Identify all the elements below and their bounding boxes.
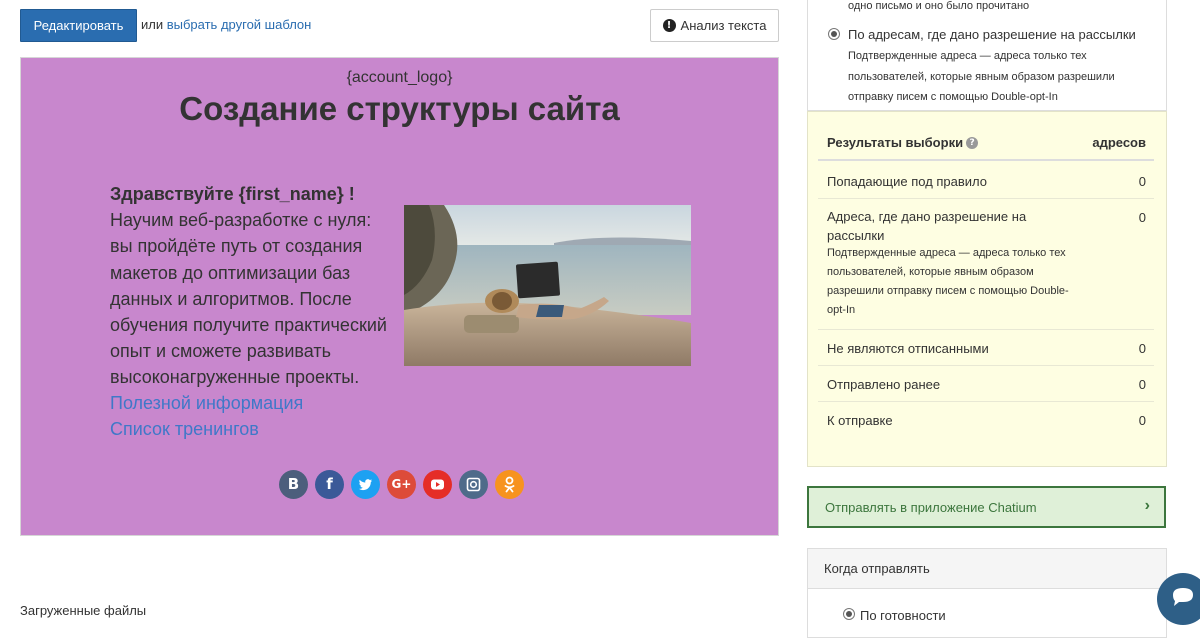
option-previous-text: одно письмо и оно было прочитано [848, 0, 1030, 12]
results-row: К отправке 0 [818, 402, 1154, 438]
body-line: макетов до оптимизации баз [110, 262, 351, 283]
row-description: Подтвержденные адреса — адреса только те… [827, 247, 1069, 316]
email-preview: {account_logo} Создание структуры сайта … [20, 57, 779, 536]
row-label: Попадающие под правило [827, 174, 988, 189]
body-line: высоконагруженные проекты. [110, 367, 360, 388]
body-line: опыт и сможете развивать [110, 341, 331, 362]
youtube-icon[interactable] [423, 470, 452, 499]
choose-template-link[interactable]: выбрать другой шаблон [167, 17, 312, 32]
analyze-text-label: Анализ текста [680, 18, 767, 33]
send-to-chatium-button[interactable]: Отправлять в приложение Chatium › [807, 486, 1166, 528]
results-title: Результаты выборки [827, 135, 964, 150]
row-value: 0 [1138, 341, 1146, 356]
row-label: Не являются отписанными [827, 341, 989, 356]
row-label: К отправке [827, 413, 893, 428]
row-value: 0 [1138, 413, 1146, 428]
body-line: данных и алгоритмов. После [110, 288, 352, 309]
trainings-list-link[interactable]: Список тренингов [110, 416, 303, 442]
results-row: Адреса, где дано разрешение на рассылки … [818, 199, 1154, 330]
or-label: или [141, 17, 164, 32]
template-choice-text: или выбрать другой шаблон [141, 17, 311, 32]
chatium-label: Отправлять в приложение Chatium [825, 500, 1037, 515]
results-row: Отправлено ранее 0 [818, 366, 1154, 402]
body-line: Научим веб-разработке с нуля: [110, 210, 372, 231]
google-plus-icon[interactable]: G+ [387, 470, 416, 499]
email-links: Полезной информация Список тренингов [110, 390, 303, 442]
useful-info-link[interactable]: Полезной информация [110, 390, 303, 416]
email-greeting: Здравствуйте {first_name} ! [110, 184, 355, 204]
body-line: вы пройдёте путь от создания [110, 236, 363, 257]
consent-option-label[interactable]: По адресам, где дано разрешение на рассы… [848, 27, 1136, 42]
account-logo-placeholder: {account_logo} [346, 69, 453, 86]
row-value: 0 [1138, 174, 1146, 189]
chevron-right-icon: › [1144, 497, 1150, 514]
row-value: 0 [1138, 210, 1146, 225]
help-icon[interactable]: ? [966, 136, 979, 149]
info-icon: ! [662, 19, 676, 32]
asap-radio[interactable] [843, 608, 855, 620]
when-to-send-header: Когда отправлять [808, 549, 1166, 589]
edit-button[interactable]: Редактировать [20, 9, 137, 42]
consent-option-description: Подтвержденные адреса — адреса только те… [848, 50, 1115, 103]
results-row: Не являются отписанными 0 [818, 330, 1154, 366]
row-value: 0 [1138, 377, 1146, 392]
chat-widget-button[interactable] [1157, 573, 1200, 625]
row-label: Адреса, где дано разрешение на рассылки [827, 209, 1027, 243]
facebook-icon[interactable]: f [315, 470, 344, 499]
body-line: обучения получите практический [110, 315, 387, 336]
vk-icon[interactable]: B [279, 470, 308, 499]
consent-radio[interactable] [828, 28, 840, 40]
twitter-icon[interactable] [351, 470, 380, 499]
chat-icon [1173, 588, 1193, 606]
asap-option-label[interactable]: По готовности [860, 608, 946, 623]
email-title: Создание структуры сайта [179, 90, 620, 127]
results-header: Результаты выборки ? адресов [818, 125, 1154, 161]
analyze-text-button[interactable]: ! Анализ текста [650, 9, 779, 42]
row-label: Отправлено ранее [827, 377, 941, 392]
social-icons: B f G+ [279, 470, 524, 499]
instagram-icon[interactable] [459, 470, 488, 499]
odnoklassniki-icon[interactable] [495, 470, 524, 499]
email-body-text: Здравствуйте {first_name} ! Научим веб-р… [110, 181, 410, 391]
selection-results: Результаты выборки ? адресов Попадающие … [807, 111, 1167, 467]
recipient-options: одно письмо и оно было прочитано По адре… [807, 0, 1167, 111]
uploaded-files-label: Загруженные файлы [20, 603, 147, 618]
beach-laptop-photo [404, 205, 691, 366]
results-row: Попадающие под правило 0 [818, 163, 1154, 199]
results-column-header: адресов [1092, 135, 1146, 150]
when-to-send-panel: Когда отправлять По готовности [807, 548, 1167, 638]
